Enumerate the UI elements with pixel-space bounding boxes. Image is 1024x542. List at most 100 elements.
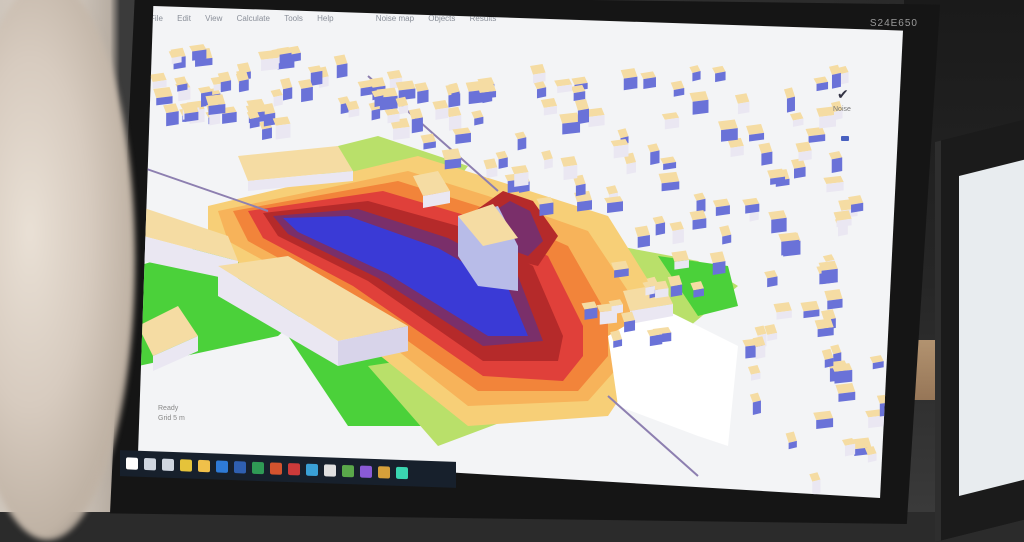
small-building xyxy=(258,50,279,72)
small-building xyxy=(789,112,804,127)
small-building xyxy=(640,71,656,90)
windows-icon[interactable] xyxy=(126,457,138,470)
small-building xyxy=(420,133,436,150)
second-monitor xyxy=(935,118,1024,542)
small-building xyxy=(149,72,167,89)
small-building xyxy=(647,143,660,165)
small-building xyxy=(174,76,188,92)
status-line-2: Grid 5 m xyxy=(158,415,185,422)
small-building xyxy=(189,44,207,61)
small-building xyxy=(809,472,821,496)
small-building xyxy=(559,112,581,135)
small-building xyxy=(689,210,707,230)
small-building xyxy=(689,65,701,82)
small-building xyxy=(764,270,778,288)
small-building xyxy=(835,383,856,402)
small-building xyxy=(333,54,348,79)
small-building xyxy=(670,80,685,97)
small-building xyxy=(758,142,773,166)
small-building xyxy=(560,156,578,181)
small-building xyxy=(452,127,471,144)
small-building xyxy=(533,81,547,99)
app-window: File Edit View Calculate Tools Help Nois… xyxy=(138,6,903,498)
small-building xyxy=(408,108,423,134)
status-text: Ready Grid 5 m xyxy=(158,404,185,424)
small-building xyxy=(768,210,787,234)
small-building xyxy=(432,99,449,120)
small-building xyxy=(791,158,806,179)
small-building xyxy=(746,124,765,142)
search-icon[interactable] xyxy=(144,457,156,471)
small-building xyxy=(734,93,750,115)
explorer-icon[interactable] xyxy=(198,459,210,473)
small-building xyxy=(483,158,498,179)
small-building xyxy=(869,355,884,370)
small-building xyxy=(800,300,820,319)
chrome-icon[interactable] xyxy=(180,459,192,472)
small-building xyxy=(620,68,638,91)
panel-color-swatch[interactable] xyxy=(841,136,849,141)
small-building xyxy=(795,141,812,162)
small-building xyxy=(610,138,629,159)
small-building xyxy=(604,196,623,214)
small-building xyxy=(163,103,179,127)
small-building xyxy=(773,302,792,320)
small-building xyxy=(298,79,313,103)
small-building xyxy=(814,318,834,338)
small-building xyxy=(554,78,573,94)
status-line-1: Ready xyxy=(158,405,179,412)
small-building xyxy=(783,87,795,113)
check-icon[interactable]: ✔ xyxy=(837,86,849,103)
small-building xyxy=(805,126,826,143)
small-building xyxy=(272,116,291,140)
small-building xyxy=(661,112,680,130)
small-building xyxy=(767,168,786,185)
small-building xyxy=(712,65,726,83)
small-building xyxy=(824,289,843,310)
small-building xyxy=(821,348,834,368)
app-icon-1[interactable] xyxy=(288,463,300,476)
app-icon-7[interactable] xyxy=(396,466,408,480)
small-building xyxy=(384,108,400,124)
app-icon-2[interactable] xyxy=(306,463,318,477)
small-building xyxy=(669,221,684,245)
small-building xyxy=(570,84,586,102)
small-building xyxy=(831,363,853,384)
powerpoint-icon[interactable] xyxy=(270,462,282,475)
excel-icon[interactable] xyxy=(252,461,264,475)
second-monitor-screen xyxy=(959,158,1024,496)
small-building xyxy=(514,131,527,151)
small-building xyxy=(841,437,856,457)
word-icon[interactable] xyxy=(234,461,246,474)
small-building xyxy=(246,110,260,129)
small-building xyxy=(395,80,416,101)
small-building xyxy=(747,365,761,381)
panel-label: Noise xyxy=(833,106,851,113)
small-building xyxy=(414,82,429,104)
task-view-icon[interactable] xyxy=(162,458,174,472)
small-building xyxy=(652,215,666,236)
noise-map-viewport[interactable] xyxy=(138,6,903,498)
small-building xyxy=(719,225,732,245)
app-icon-6[interactable] xyxy=(378,466,390,479)
small-building xyxy=(712,198,730,216)
small-building xyxy=(634,225,650,248)
outlook-icon[interactable] xyxy=(216,460,228,473)
small-building xyxy=(785,431,797,450)
right-panel: ✔ Noise xyxy=(833,86,873,246)
app-icon-5[interactable] xyxy=(360,465,372,478)
small-building xyxy=(495,150,508,169)
small-building xyxy=(693,192,706,214)
monitor-brand-label: S24E650 xyxy=(869,18,918,29)
small-building xyxy=(718,119,738,142)
small-building xyxy=(471,110,484,126)
small-building xyxy=(742,197,760,214)
small-building xyxy=(689,91,709,115)
app-icon-3[interactable] xyxy=(324,464,336,477)
app-icon-4[interactable] xyxy=(342,464,354,478)
small-building xyxy=(541,150,553,170)
small-building xyxy=(530,64,546,84)
small-building xyxy=(658,171,680,192)
small-building xyxy=(778,232,800,256)
small-building xyxy=(813,76,829,92)
